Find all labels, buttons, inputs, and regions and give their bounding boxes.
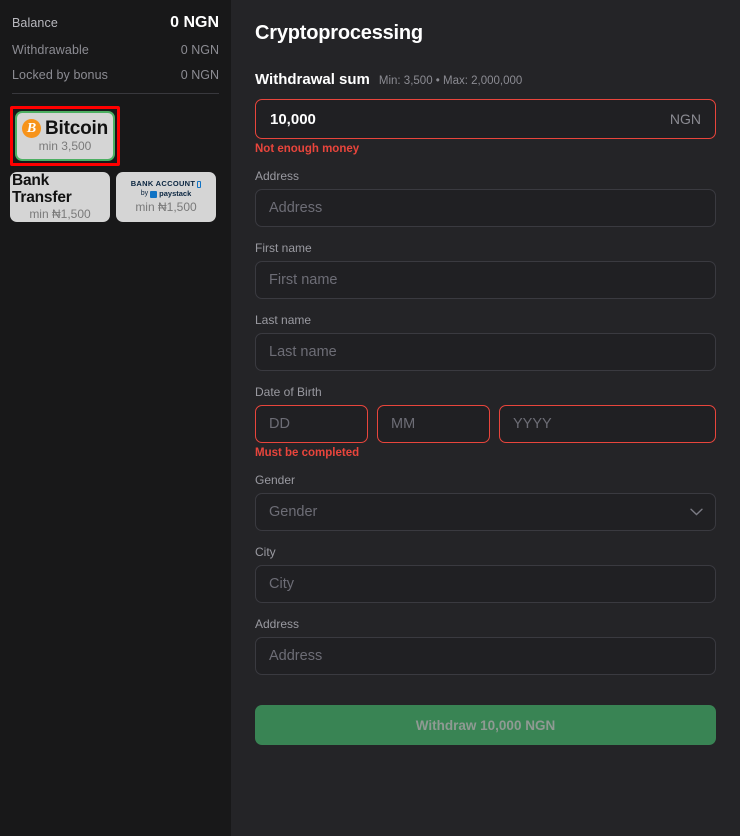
dob-month-input[interactable] xyxy=(377,405,490,443)
first-name-label: First name xyxy=(255,241,716,255)
field-date-of-birth: Date of Birth Must be completed xyxy=(255,385,716,459)
address-top-input[interactable] xyxy=(255,189,716,227)
address-bottom-input[interactable] xyxy=(255,637,716,675)
locked-by-bonus-label: Locked by bonus xyxy=(12,68,108,82)
last-name-label: Last name xyxy=(255,313,716,327)
balance-label: Balance xyxy=(12,16,58,30)
last-name-input[interactable] xyxy=(255,333,716,371)
address-bottom-label: Address xyxy=(255,617,716,631)
currency-suffix: NGN xyxy=(670,111,701,127)
amount-error-message: Not enough money xyxy=(255,143,716,155)
payment-method-bitcoin-label: Bitcoin xyxy=(45,119,108,139)
balance-value: 0 NGN xyxy=(170,14,219,32)
withdrawal-sum-header: Withdrawal sum Min: 3,500 • Max: 2,000,0… xyxy=(255,71,716,88)
payment-method-bank-account-paystack[interactable]: BANK ACCOUNT by paystack min ₦1,500 xyxy=(116,172,216,222)
paystack-by-label: by xyxy=(141,190,148,198)
phone-icon xyxy=(197,181,201,188)
gender-label: Gender xyxy=(255,473,716,487)
withdrawal-page: Balance 0 NGN Withdrawable 0 NGN Locked … xyxy=(0,0,740,836)
dob-year-input[interactable] xyxy=(499,405,716,443)
balance-row-balance: Balance 0 NGN xyxy=(12,14,219,32)
city-label: City xyxy=(255,545,716,559)
withdrawal-amount-box[interactable]: NGN xyxy=(255,99,716,139)
submit-area: Withdraw 10,000 NGN xyxy=(255,705,716,745)
gender-select[interactable] xyxy=(255,493,716,531)
dob-error-message: Must be completed xyxy=(255,447,716,459)
withdrawal-limits: Min: 3,500 • Max: 2,000,000 xyxy=(379,75,522,87)
page-title: Cryptoprocessing xyxy=(255,22,716,45)
payment-method-bitcoin[interactable]: B Bitcoin min 3,500 xyxy=(15,111,115,161)
withdrawable-label: Withdrawable xyxy=(12,43,89,57)
payment-method-bitcoin-min: min 3,500 xyxy=(39,139,92,153)
payment-method-bank-transfer-label: Bank Transfer xyxy=(12,173,108,206)
field-last-name: Last name xyxy=(255,313,716,371)
sidebar: Balance 0 NGN Withdrawable 0 NGN Locked … xyxy=(0,0,231,836)
bitcoin-title-row: B Bitcoin xyxy=(22,119,108,139)
date-of-birth-inputs xyxy=(255,405,716,443)
sidebar-divider xyxy=(12,93,219,94)
payment-method-bank-account-min: min ₦1,500 xyxy=(135,200,196,214)
payment-method-bank-account-wrap: BANK ACCOUNT by paystack min ₦1,500 xyxy=(116,172,216,222)
balance-row-locked-by-bonus: Locked by bonus 0 NGN xyxy=(12,68,219,82)
first-name-input[interactable] xyxy=(255,261,716,299)
field-address-bottom: Address xyxy=(255,617,716,675)
payment-method-bank-transfer-wrap: Bank Transfer min ₦1,500 xyxy=(10,172,110,222)
paystack-brand-label: paystack xyxy=(159,190,191,199)
withdraw-button[interactable]: Withdraw 10,000 NGN xyxy=(255,705,716,745)
address-top-label: Address xyxy=(255,169,716,183)
paystack-attribution: by paystack xyxy=(141,190,192,199)
withdrawal-amount-input[interactable] xyxy=(270,111,670,128)
field-gender: Gender xyxy=(255,473,716,531)
field-city: City xyxy=(255,545,716,603)
bank-account-logo-label: BANK ACCOUNT xyxy=(131,180,196,189)
withdrawable-value: 0 NGN xyxy=(181,43,219,57)
locked-by-bonus-value: 0 NGN xyxy=(181,68,219,82)
payment-method-bank-transfer-min: min ₦1,500 xyxy=(29,207,90,221)
bitcoin-icon: B xyxy=(22,119,41,138)
field-address-top: Address xyxy=(255,169,716,227)
withdrawal-sum-label: Withdrawal sum xyxy=(255,71,370,88)
dob-day-input[interactable] xyxy=(255,405,368,443)
city-input[interactable] xyxy=(255,565,716,603)
field-first-name: First name xyxy=(255,241,716,299)
payment-method-bank-transfer[interactable]: Bank Transfer min ₦1,500 xyxy=(10,172,110,222)
gender-select-wrap xyxy=(255,493,716,531)
balance-row-withdrawable: Withdrawable 0 NGN xyxy=(12,43,219,57)
payment-method-bitcoin-annotation: B Bitcoin min 3,500 xyxy=(10,106,120,166)
main-panel: Cryptoprocessing Withdrawal sum Min: 3,5… xyxy=(231,0,740,836)
balance-summary: Balance 0 NGN Withdrawable 0 NGN Locked … xyxy=(10,14,221,82)
bank-account-logo-text: BANK ACCOUNT xyxy=(131,180,202,189)
paystack-logo-icon: BANK ACCOUNT by paystack xyxy=(131,180,202,198)
paystack-mark-icon xyxy=(150,191,157,198)
date-of-birth-label: Date of Birth xyxy=(255,385,716,399)
payment-method-list: B Bitcoin min 3,500 Bank Transfer min ₦1… xyxy=(10,106,221,222)
